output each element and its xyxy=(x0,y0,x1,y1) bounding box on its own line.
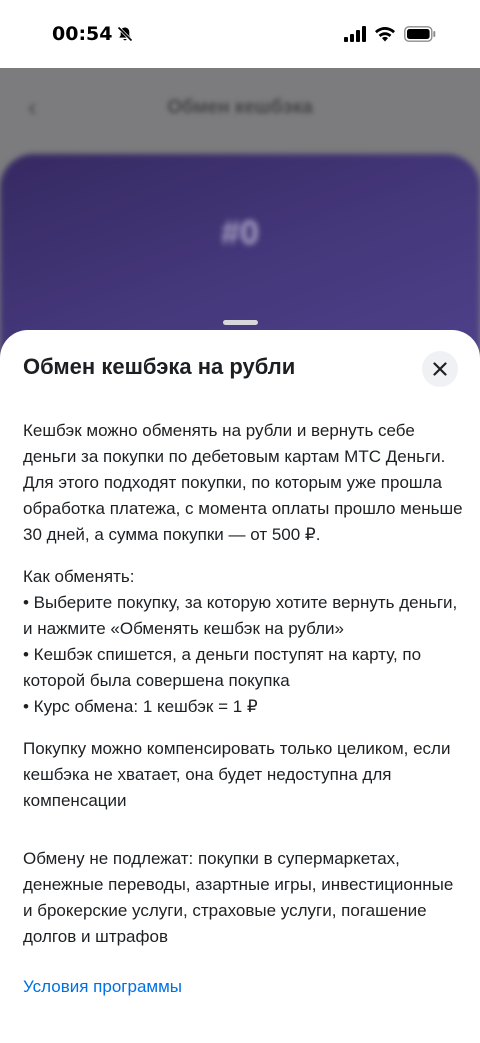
status-bar: 00:54 xyxy=(0,0,480,68)
how-to-section: Как обменять: • Выберите покупку, за кот… xyxy=(23,564,463,720)
status-time-group: 00:54 xyxy=(52,23,134,45)
how-to-item: • Кешбэк спишется, а деньги поступят на … xyxy=(23,645,422,690)
how-to-heading: Как обменять: xyxy=(23,567,135,586)
how-to-item: • Выберите покупку, за которую хотите ве… xyxy=(23,593,458,638)
close-button[interactable] xyxy=(422,351,458,387)
how-to-item: • Курс обмена: 1 кешбэк = 1 ₽ xyxy=(23,697,258,716)
status-time: 00:54 xyxy=(52,23,113,45)
bell-slash-icon xyxy=(117,26,134,42)
compensation-note: Покупку можно компенсировать только цели… xyxy=(23,739,451,810)
signal-icon xyxy=(344,26,366,42)
intro-paragraph: Кешбэк можно обменять на рубли и вернуть… xyxy=(23,421,463,544)
sheet-grabber[interactable] xyxy=(223,320,258,325)
wifi-icon xyxy=(375,27,395,42)
bottom-sheet: Обмен кешбэка на рубли Кешбэк можно обме… xyxy=(0,330,480,1043)
status-icons xyxy=(344,26,436,42)
sheet-body: Кешбэк можно обменять на рубли и вернуть… xyxy=(23,418,463,1000)
sheet-title: Обмен кешбэка на рубли xyxy=(23,354,296,379)
exclusions-paragraph: Обмену не подлежат: покупки в супермарке… xyxy=(23,849,454,946)
battery-icon xyxy=(404,26,436,42)
program-terms-link[interactable]: Условия программы xyxy=(23,974,463,1000)
close-icon xyxy=(433,362,447,376)
